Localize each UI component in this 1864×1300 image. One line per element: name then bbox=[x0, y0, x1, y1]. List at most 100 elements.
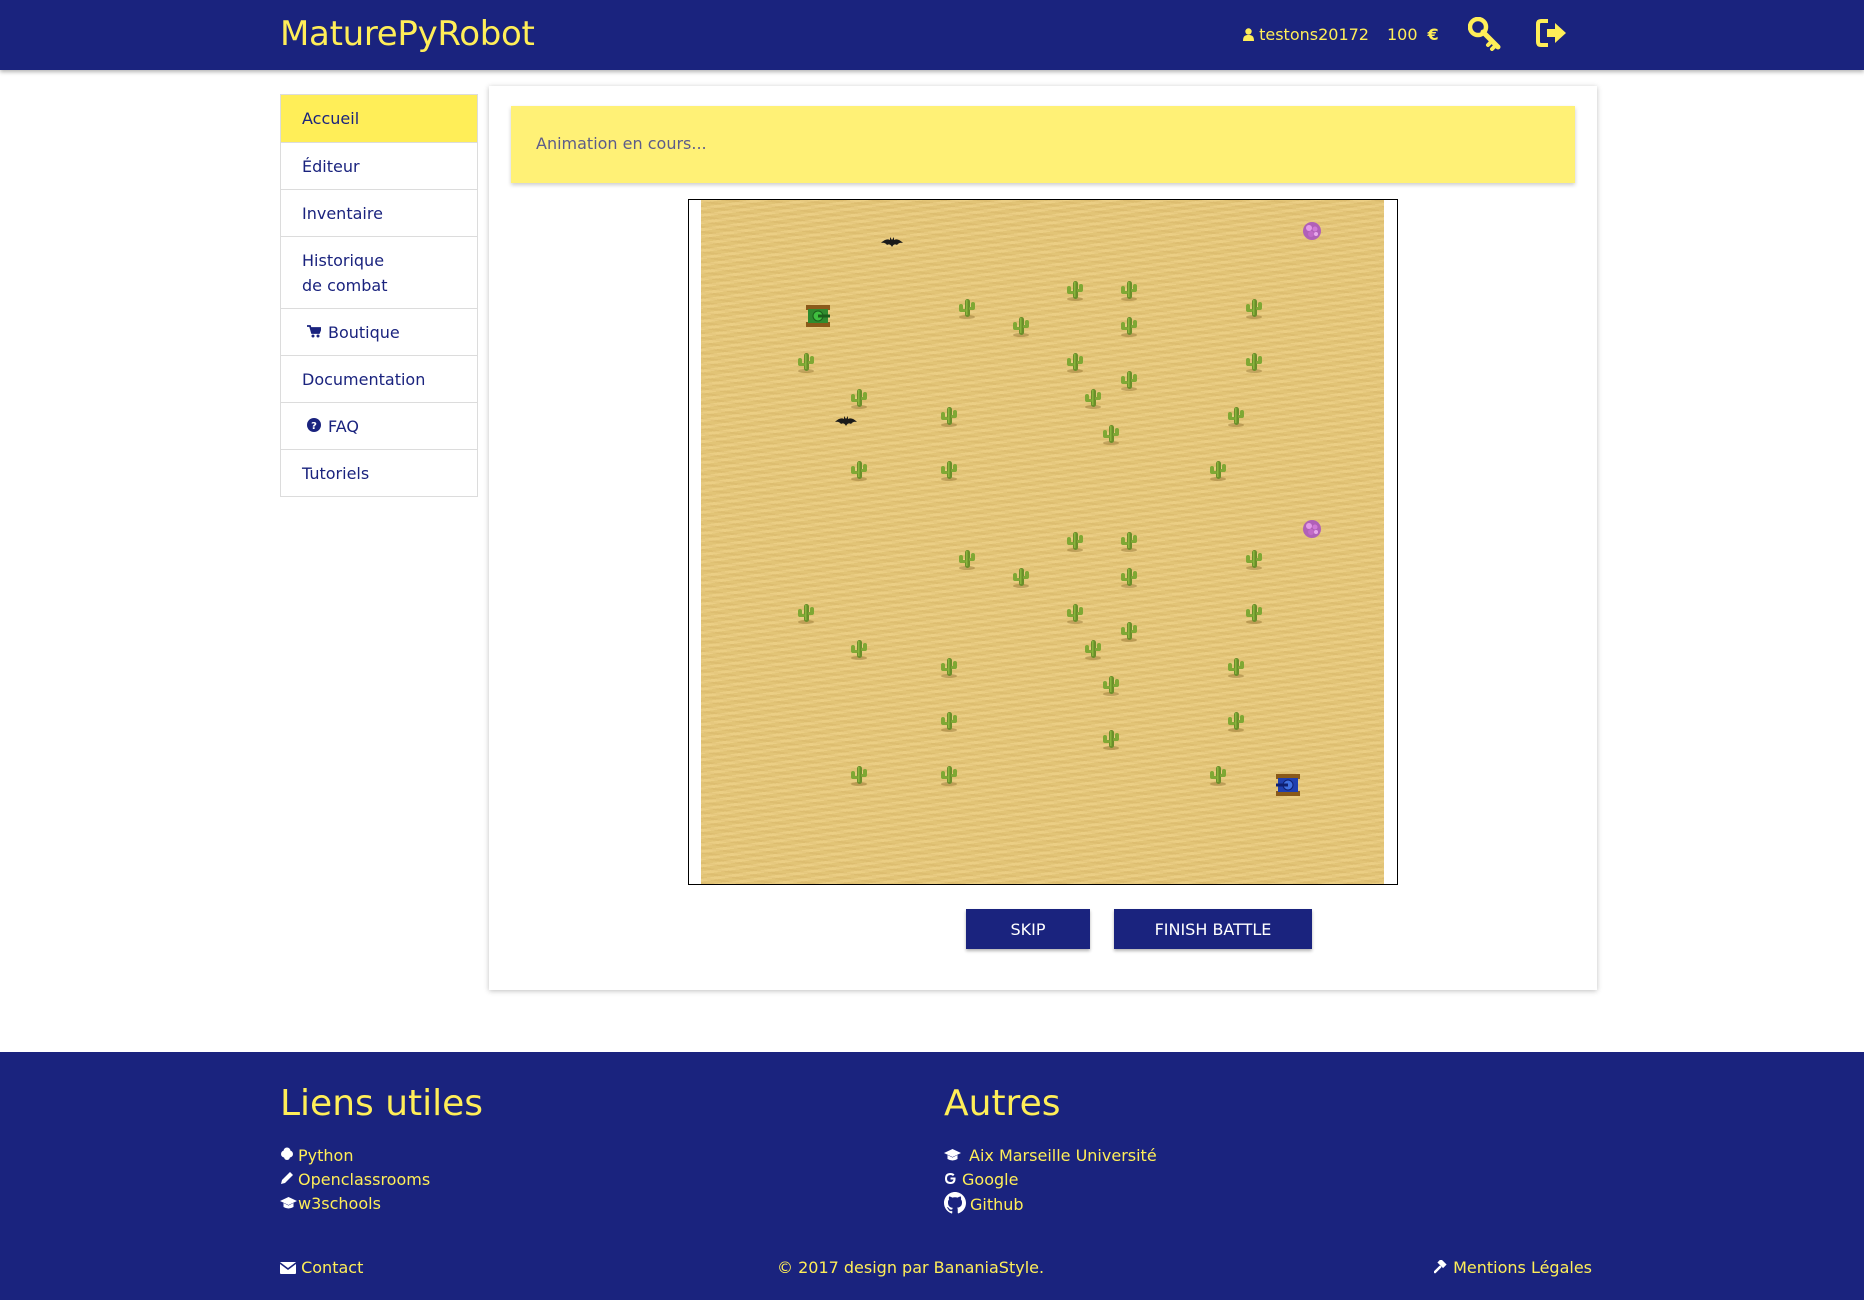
cactus-icon bbox=[939, 656, 959, 682]
money-amount: 100 bbox=[1387, 25, 1418, 44]
graduation-cap-icon bbox=[944, 1144, 969, 1168]
cactus-icon bbox=[1065, 602, 1085, 628]
main-card: Animation en cours... SKIP FINISH BATTLE bbox=[489, 86, 1597, 990]
footer: Liens utiles Python Openclassrooms w3sch… bbox=[0, 1052, 1864, 1300]
github-link[interactable]: Github bbox=[944, 1192, 1157, 1216]
sidebar-item-label: Tutoriels bbox=[302, 464, 370, 483]
question-circle-icon: ? bbox=[306, 403, 322, 450]
useful-links-list: Python Openclassrooms w3schools bbox=[280, 1144, 430, 1216]
logout-icon[interactable] bbox=[1536, 17, 1568, 53]
cactus-icon bbox=[957, 297, 977, 323]
cactus-icon bbox=[849, 459, 869, 485]
contact-link[interactable]: Contact bbox=[279, 1258, 363, 1277]
bat-icon bbox=[881, 234, 903, 253]
sidebar-item-documentation[interactable]: Documentation bbox=[281, 355, 477, 402]
sidebar-item-label: Accueil bbox=[302, 109, 360, 128]
link-label: Aix Marseille Université bbox=[969, 1146, 1157, 1165]
user-icon bbox=[1243, 25, 1259, 44]
cactus-icon bbox=[1226, 405, 1246, 431]
green-robot-tank-icon bbox=[805, 305, 831, 331]
cactus-icon bbox=[1101, 728, 1121, 754]
cactus-icon bbox=[1119, 279, 1139, 305]
sidebar-item-label: FAQ bbox=[328, 417, 359, 436]
link-label: Python bbox=[298, 1146, 354, 1165]
w3schools-link[interactable]: w3schools bbox=[280, 1192, 430, 1216]
amu-link[interactable]: Aix Marseille Université bbox=[944, 1144, 1157, 1168]
cactus-icon bbox=[939, 710, 959, 736]
sidebar-item-label: Inventaire bbox=[302, 204, 383, 223]
others-title: Autres bbox=[944, 1083, 1061, 1124]
crystal-icon bbox=[1301, 518, 1323, 544]
python-link[interactable]: Python bbox=[280, 1144, 430, 1168]
currency-symbol: € bbox=[1427, 25, 1439, 44]
cactus-icon bbox=[939, 764, 959, 790]
link-label: w3schools bbox=[298, 1194, 381, 1213]
cactus-icon bbox=[1065, 279, 1085, 305]
brand-logo[interactable]: MaturePyRobot bbox=[280, 14, 535, 54]
legal-link[interactable]: Mentions Légales bbox=[1433, 1258, 1593, 1277]
cactus-icon bbox=[1208, 764, 1228, 790]
cactus-icon bbox=[1244, 351, 1264, 377]
sidebar-item-faq[interactable]: ? FAQ bbox=[281, 402, 477, 449]
finish-battle-button[interactable]: FINISH BATTLE bbox=[1114, 909, 1312, 949]
cactus-icon bbox=[957, 548, 977, 574]
useful-links-title: Liens utiles bbox=[280, 1083, 484, 1124]
sidebar-nav: Accueil Éditeur Inventaire Historique de… bbox=[280, 94, 478, 497]
google-link[interactable]: Google bbox=[944, 1168, 1157, 1192]
cactus-icon bbox=[1083, 638, 1103, 664]
username: testons20172 bbox=[1259, 25, 1369, 44]
bat-icon bbox=[835, 413, 857, 432]
graduation-cap-icon bbox=[280, 1192, 298, 1216]
alert-text: Animation en cours... bbox=[536, 134, 707, 153]
others-links-list: Aix Marseille Université Google Github bbox=[944, 1144, 1157, 1216]
cactus-icon bbox=[1226, 710, 1246, 736]
battle-arena-canvas bbox=[701, 200, 1384, 884]
copyright-text: © 2017 design par BananiaStyle. bbox=[777, 1258, 1045, 1277]
sidebar-item-label: Boutique bbox=[328, 323, 400, 342]
cactus-icon bbox=[939, 459, 959, 485]
cactus-icon bbox=[1119, 369, 1139, 395]
sidebar-item-accueil[interactable]: Accueil bbox=[281, 95, 477, 142]
github-icon bbox=[944, 1192, 970, 1217]
cactus-icon bbox=[796, 602, 816, 628]
cactus-icon bbox=[1244, 548, 1264, 574]
cactus-icon bbox=[1244, 297, 1264, 323]
legal-label: Mentions Légales bbox=[1453, 1258, 1593, 1277]
status-alert: Animation en cours... bbox=[511, 106, 1575, 183]
cactus-icon bbox=[1101, 674, 1121, 700]
pencil-icon bbox=[280, 1168, 298, 1192]
cactus-icon bbox=[1226, 656, 1246, 682]
cactus-icon bbox=[1011, 315, 1031, 341]
cactus-icon bbox=[849, 387, 869, 413]
link-label: Github bbox=[970, 1195, 1024, 1214]
sidebar-item-label: Historique bbox=[302, 251, 385, 270]
cactus-icon bbox=[1011, 566, 1031, 592]
sidebar-item-tutoriels[interactable]: Tutoriels bbox=[281, 449, 477, 496]
gavel-icon bbox=[1433, 1258, 1453, 1277]
cactus-icon bbox=[849, 638, 869, 664]
cactus-icon bbox=[1119, 530, 1139, 556]
openclassrooms-link[interactable]: Openclassrooms bbox=[280, 1168, 430, 1192]
cactus-icon bbox=[1101, 423, 1121, 449]
cactus-icon bbox=[796, 351, 816, 377]
cactus-icon bbox=[1065, 351, 1085, 377]
money-balance: 100 € bbox=[1387, 25, 1439, 44]
sidebar-item-historique[interactable]: Historique de combat bbox=[281, 236, 477, 308]
cactus-icon bbox=[939, 405, 959, 431]
link-label: Openclassrooms bbox=[298, 1170, 431, 1189]
sidebar-item-editeur[interactable]: Éditeur bbox=[281, 142, 477, 189]
sidebar-item-inventaire[interactable]: Inventaire bbox=[281, 189, 477, 236]
key-icon[interactable] bbox=[1467, 16, 1502, 55]
skip-button[interactable]: SKIP bbox=[966, 909, 1090, 949]
cactus-icon bbox=[1119, 315, 1139, 341]
sidebar-item-boutique[interactable]: Boutique bbox=[281, 308, 477, 355]
cactus-icon bbox=[1119, 620, 1139, 646]
battle-arena-frame bbox=[688, 199, 1398, 885]
crystal-icon bbox=[1301, 220, 1323, 246]
google-icon bbox=[944, 1168, 962, 1192]
user-info[interactable]: testons20172 bbox=[1243, 25, 1369, 44]
cactus-icon bbox=[1244, 602, 1264, 628]
sidebar-item-label: de combat bbox=[302, 276, 388, 295]
python-icon bbox=[280, 1144, 298, 1168]
envelope-icon bbox=[279, 1258, 301, 1277]
